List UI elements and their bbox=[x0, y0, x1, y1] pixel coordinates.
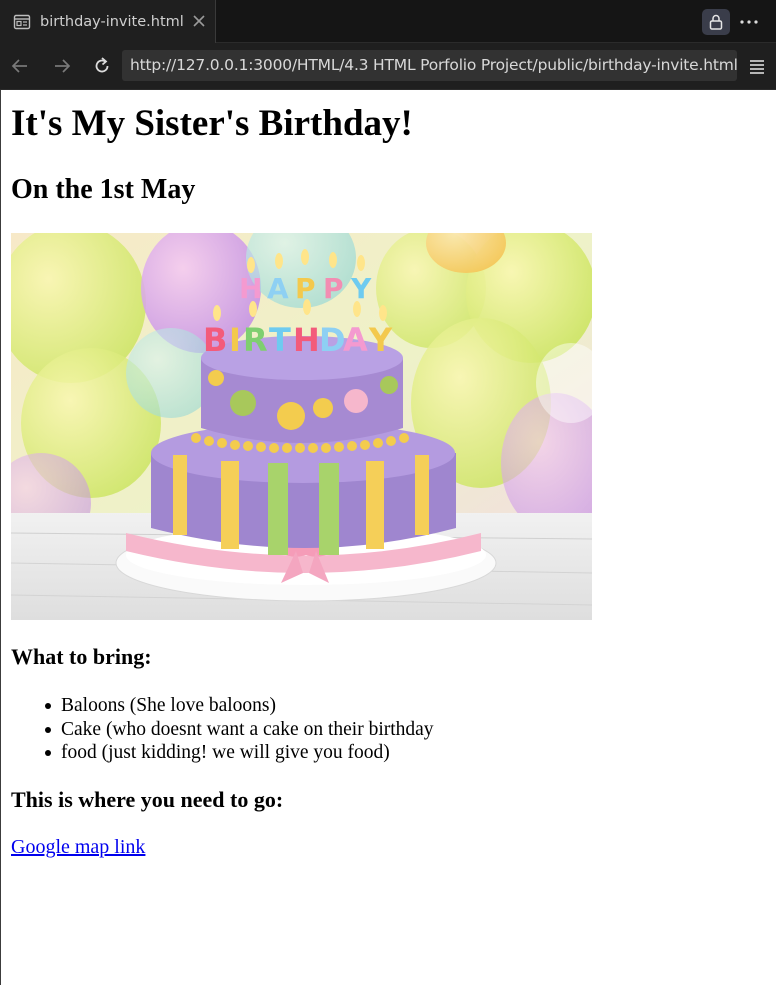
location-heading: This is where you need to go: bbox=[11, 787, 284, 812]
svg-text:I: I bbox=[229, 321, 241, 359]
forward-icon[interactable] bbox=[51, 55, 73, 77]
svg-text:Y: Y bbox=[368, 321, 393, 359]
list-item: food (just kidding! we will give you foo… bbox=[45, 741, 434, 765]
close-icon[interactable] bbox=[190, 12, 208, 30]
reload-icon[interactable] bbox=[91, 55, 113, 77]
bring-list: Baloons (She love baloons) Cake (who doe… bbox=[45, 694, 434, 765]
google-map-link[interactable]: Google map link bbox=[11, 836, 145, 859]
list-item: Baloons (She love baloons) bbox=[45, 694, 434, 718]
svg-text:B: B bbox=[203, 321, 227, 359]
page-subtitle: On the 1st May bbox=[11, 174, 196, 205]
tab-bar: birthday-invite.html bbox=[0, 0, 776, 43]
page-content: It's My Sister's Birthday! On the 1st Ma… bbox=[1, 90, 776, 985]
svg-text:R: R bbox=[243, 321, 268, 359]
back-icon[interactable] bbox=[9, 55, 31, 77]
svg-text:D: D bbox=[319, 321, 346, 359]
page-icon bbox=[13, 13, 31, 31]
svg-text:T: T bbox=[269, 321, 291, 359]
svg-text:H: H bbox=[293, 321, 320, 359]
svg-text:Y: Y bbox=[350, 272, 372, 305]
svg-text:P: P bbox=[323, 272, 344, 305]
url-input[interactable]: http://127.0.0.1:3000/HTML/4.3 HTML Porf… bbox=[122, 50, 737, 81]
page-title: It's My Sister's Birthday! bbox=[11, 103, 413, 144]
menu-icon[interactable] bbox=[746, 55, 768, 77]
more-icon[interactable] bbox=[738, 9, 760, 35]
svg-text:H: H bbox=[239, 272, 262, 305]
tab-birthday-invite[interactable]: birthday-invite.html bbox=[0, 0, 216, 43]
svg-text:A: A bbox=[343, 321, 368, 359]
svg-text:A: A bbox=[267, 272, 289, 305]
lock-icon[interactable] bbox=[702, 9, 730, 35]
birthday-cake-image: H A P P Y B I R T H D A Y bbox=[11, 233, 592, 620]
list-item: Cake (who doesnt want a cake on their bi… bbox=[45, 718, 434, 740]
tab-title: birthday-invite.html bbox=[40, 13, 184, 30]
bring-heading: What to bring: bbox=[11, 644, 152, 669]
